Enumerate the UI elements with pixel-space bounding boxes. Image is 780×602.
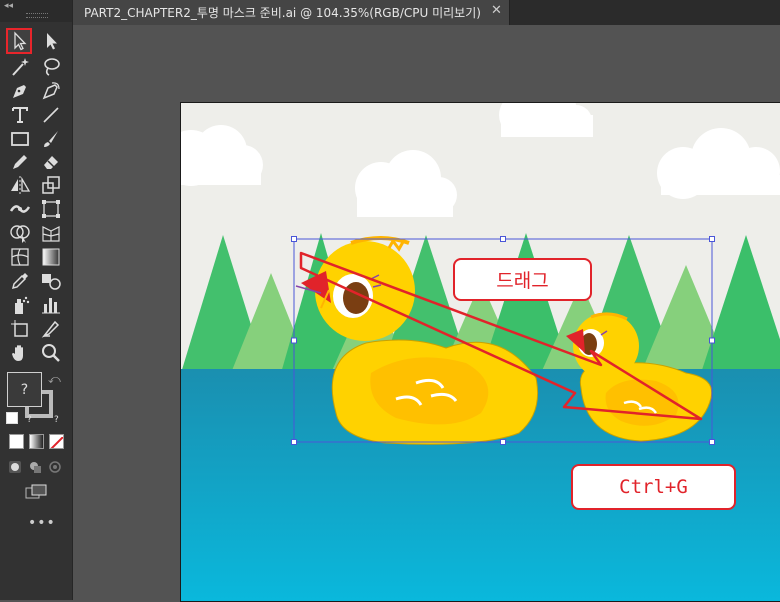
fill-swatch[interactable]: ? — [7, 372, 42, 407]
gradient-tool-icon[interactable] — [39, 245, 63, 269]
panel-grip-icon[interactable] — [26, 13, 48, 18]
type-tool-icon[interactable] — [8, 103, 32, 127]
tools-panel: ◂◂ ? ? ? ⤺ ••• — [0, 0, 73, 600]
default-fill-stroke-icon[interactable] — [6, 412, 18, 424]
curvature-tool-icon[interactable] — [39, 79, 63, 103]
draw-inside-icon[interactable] — [48, 459, 62, 473]
direct-selection-tool-icon[interactable] — [39, 29, 63, 53]
drag-callout-label: 드래그 — [496, 270, 549, 292]
draw-behind-icon[interactable] — [28, 459, 42, 473]
width-tool-icon[interactable] — [8, 197, 32, 221]
fill-swatch-label: ? — [20, 381, 29, 398]
collapse-panel-icon[interactable]: ◂◂ — [4, 1, 13, 11]
lasso-tool-icon[interactable] — [39, 55, 63, 79]
pencil-tool-icon[interactable] — [8, 150, 32, 174]
pen-tool-icon[interactable] — [8, 79, 32, 103]
document-tab[interactable]: PART2_CHAPTER2_투명 마스크 준비.ai @ 104.35%(RG… — [73, 0, 510, 25]
symbol-sprayer-tool-icon[interactable] — [8, 293, 32, 317]
close-tab-icon[interactable]: ✕ — [491, 3, 502, 18]
cloud-top — [499, 103, 593, 137]
slice-tool-icon[interactable] — [39, 317, 63, 341]
gradient-mode-icon[interactable] — [29, 434, 44, 449]
artboard-tool-icon[interactable] — [8, 317, 32, 341]
stroke-unknown-label: ? — [27, 415, 32, 425]
swap-fill-stroke-icon[interactable]: ⤺ — [48, 372, 61, 387]
document-tab-bar: PART2_CHAPTER2_투명 마스크 준비.ai @ 104.35%(RG… — [73, 0, 780, 25]
document-tab-title: PART2_CHAPTER2_투명 마스크 준비.ai @ 104.35%(RG… — [84, 6, 481, 20]
screen-mode-icon[interactable] — [24, 484, 48, 500]
selection-tool-icon[interactable] — [6, 28, 32, 54]
artboard-canvas[interactable] — [180, 102, 780, 602]
none-mode-icon[interactable] — [49, 434, 64, 449]
magic-wand-tool-icon[interactable] — [8, 55, 32, 79]
blend-tool-icon[interactable] — [39, 269, 63, 293]
perspective-grid-tool-icon[interactable] — [39, 221, 63, 245]
column-graph-tool-icon[interactable] — [39, 293, 63, 317]
group-shortcut-label: Ctrl+G — [619, 476, 688, 498]
shape-builder-tool-icon[interactable] — [8, 221, 32, 245]
color-mode-icon[interactable] — [9, 434, 24, 449]
reflect-tool-icon[interactable] — [8, 173, 32, 197]
scale-tool-icon[interactable] — [39, 173, 63, 197]
hand-tool-icon[interactable] — [8, 341, 32, 365]
eraser-tool-icon[interactable] — [39, 150, 63, 174]
free-transform-tool-icon[interactable] — [39, 197, 63, 221]
group-shortcut-callout: Ctrl+G — [571, 464, 736, 510]
paintbrush-tool-icon[interactable] — [39, 127, 63, 151]
eyedropper-tool-icon[interactable] — [8, 269, 32, 293]
drag-callout: 드래그 — [453, 258, 592, 301]
stroke-unknown-label-2: ? — [54, 415, 59, 425]
draw-normal-icon[interactable] — [8, 459, 22, 473]
zoom-tool-icon[interactable] — [39, 341, 63, 365]
mesh-tool-icon[interactable] — [8, 245, 32, 269]
more-tools-icon[interactable]: ••• — [28, 515, 56, 531]
rectangle-tool-icon[interactable] — [8, 127, 32, 151]
line-segment-tool-icon[interactable] — [39, 103, 63, 127]
tools-panel-header: ◂◂ — [0, 0, 72, 22]
